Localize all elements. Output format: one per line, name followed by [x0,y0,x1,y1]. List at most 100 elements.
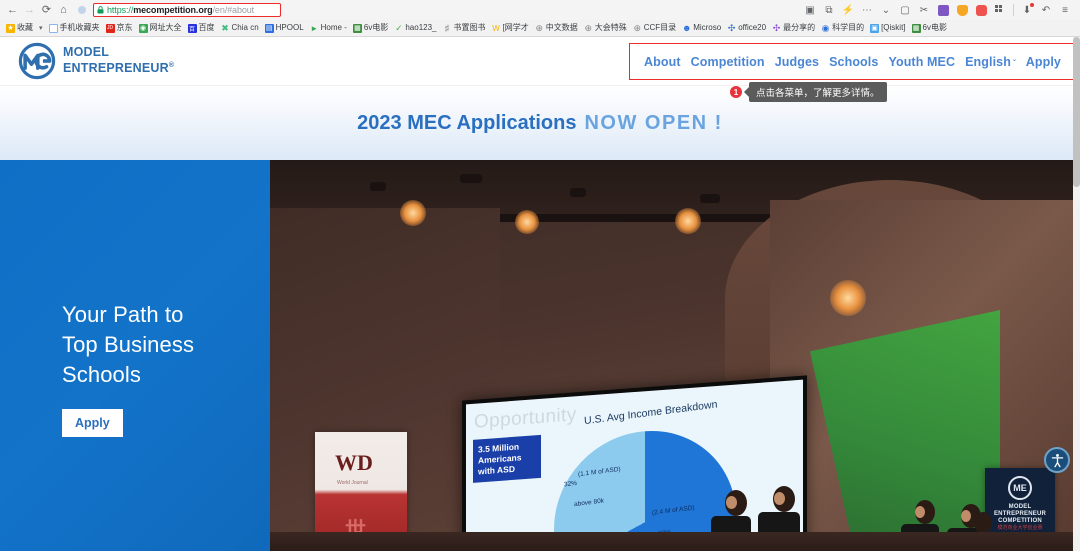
toolbar-divider [1013,4,1014,16]
bookmark-item[interactable]: ▤HPOOL [262,21,307,35]
forward-button[interactable]: → [21,2,38,19]
bookmark-item[interactable]: ◉网址大全 [136,21,185,35]
accessibility-glyph [1050,453,1065,468]
address-bar-wrapper: https://mecompetition.org/en/#about [78,3,281,17]
chevron-down-icon[interactable]: ⌄ [877,1,895,19]
nav-competition[interactable]: Competition [691,55,765,69]
bookmark-item[interactable]: ▣[Qiskit] [867,21,908,35]
bookmark-item[interactable]: ⊕CCF目录 [630,21,679,35]
nav-apply[interactable]: Apply [1026,55,1061,69]
bookmark-item[interactable]: ✣最分享的 [769,21,818,35]
slide-heading: Opportunity [474,404,577,434]
photo-lamp [515,210,539,234]
reload-button[interactable]: ⟳ [38,2,55,19]
menu-hint-tooltip: 1 点击各菜单，了解更多详情。 [730,82,887,102]
bookmark-item[interactable]: ⊕中文数据 [532,21,581,35]
bookmark-label: 手机收藏夹 [60,23,100,33]
copy-icon[interactable]: ⧉ [820,1,838,19]
bookmark-item[interactable]: ♯书置图书 [440,21,489,35]
bookmark-item[interactable]: ▦6v电影 [350,21,391,35]
bookmark-label: 科学目的 [832,23,864,33]
mec-banner-line1: MODEL [985,504,1055,511]
lock-icon [97,6,104,14]
window-icon[interactable]: ▢ [896,1,914,19]
hero-title: Your Path to Top Business Schools [62,300,194,390]
bookmark-item[interactable]: ⊕大会特殊 [581,21,630,35]
photo-light-fixture [370,182,386,191]
bookmark-item[interactable]: W[网学才 [489,21,532,35]
bookmark-item[interactable]: ►Home - [307,21,350,35]
bookmarks-bar: ★收藏 ▾ 手机收藏夹 JD京东 ◉网址大全 百百度 ✖Chia cn ▤HPO… [0,20,1080,36]
hero-photograph: Opportunity U.S. Avg Income Breakdown 3.… [270,160,1080,551]
office-icon: ✣ [727,24,736,33]
chevron-down-icon: ˇ [1013,59,1016,68]
photo-floor [270,532,1080,551]
home-button[interactable]: ⌂ [55,2,72,19]
globe-icon: ♯ [443,24,452,33]
nav-language[interactable]: Englishˇ [965,55,1016,69]
purple-extension-icon[interactable] [934,1,952,19]
history-back-icon[interactable]: ↶ [1037,1,1055,19]
more-icon[interactable]: ⋯ [858,1,876,19]
bookmark-label: 6v电影 [364,23,388,33]
accessibility-icon[interactable] [1044,447,1070,473]
page-scrollbar[interactable] [1073,37,1080,551]
nav-youth-mec[interactable]: Youth MEC [888,55,955,69]
baidu-icon: 百 [188,24,197,33]
announcement-banner: 2023 MEC ApplicationsNOW OPEN ! [0,86,1080,160]
bookmark-label: hao123_ [405,23,436,33]
bookmark-item[interactable]: 手机收藏夹 [46,21,103,35]
image-icon[interactable]: ▣ [801,1,819,19]
back-button[interactable]: ← [4,2,21,19]
game-extension-icon[interactable] [972,1,990,19]
6v-icon: ▦ [353,24,362,33]
bookmark-label: Microso [693,23,721,33]
qiskit-icon: ▣ [870,24,879,33]
nav-about[interactable]: About [644,55,681,69]
bookmark-label: office20 [738,23,766,33]
lightning-icon[interactable]: ⚡ [839,1,857,19]
nav-schools[interactable]: Schools [829,55,878,69]
jd-icon: JD [106,24,115,33]
logo-line2: ENTREPRENEUR [63,62,169,76]
bookmark-label: 书置图书 [454,23,486,33]
nav-language-label: English [965,55,1011,69]
bookmark-item[interactable]: ▦6v电影 [909,21,950,35]
tooltip-text: 点击各菜单，了解更多详情。 [749,82,887,102]
site-header: MODEL ENTREPRENEUR® About Competition Ju… [0,37,1080,86]
logo-wordmark: MODEL ENTREPRENEUR® [63,46,174,75]
bookmark-label: HPOOL [276,23,304,33]
profile-avatar-icon[interactable] [78,6,86,14]
bookmark-item[interactable]: ◉科学目的 [818,21,867,35]
bookmark-label: Chia cn [232,23,259,33]
bookmark-item[interactable]: 百百度 [185,21,218,35]
bookmark-overflow-icon[interactable]: ▾ [36,24,46,32]
hero-section: Your Path to Top Business Schools Apply [0,160,1080,551]
bookmark-item[interactable]: JD京东 [103,21,136,35]
nav-judges[interactable]: Judges [775,55,819,69]
bookmark-item[interactable]: ☻Microso [679,21,724,35]
site-logo[interactable]: MODEL ENTREPRENEUR® [18,42,174,80]
apps-grid-icon[interactable] [991,1,1009,19]
wd-banner-logo: WD [335,450,373,476]
bookmark-label: [Qiskit] [881,23,905,33]
bookmark-label: 大会特殊 [595,23,627,33]
share-icon: ✣ [772,24,781,33]
scrollbar-thumb[interactable] [1073,37,1080,187]
science-icon: ◉ [821,24,830,33]
address-bar[interactable]: https://mecompetition.org/en/#about [93,3,281,17]
microsoft-icon: ☻ [682,24,691,33]
hero-apply-button[interactable]: Apply [62,409,123,437]
photo-lamp [830,280,866,316]
menu-icon[interactable]: ≡ [1056,1,1074,19]
scissors-icon[interactable]: ✂ [915,1,933,19]
shield-extension-icon[interactable] [953,1,971,19]
photo-light-fixture [460,174,482,183]
bookmark-item[interactable]: ✣office20 [724,21,769,35]
download-icon[interactable]: ⬇ [1018,1,1036,19]
bookmark-item[interactable]: ✓hao123_ [391,21,439,35]
bookmark-item[interactable]: ✖Chia cn [218,21,262,35]
globe-icon: ⊕ [535,24,544,33]
hero-title-line3: Schools [62,360,194,390]
bookmark-item[interactable]: ★收藏 [3,21,36,35]
